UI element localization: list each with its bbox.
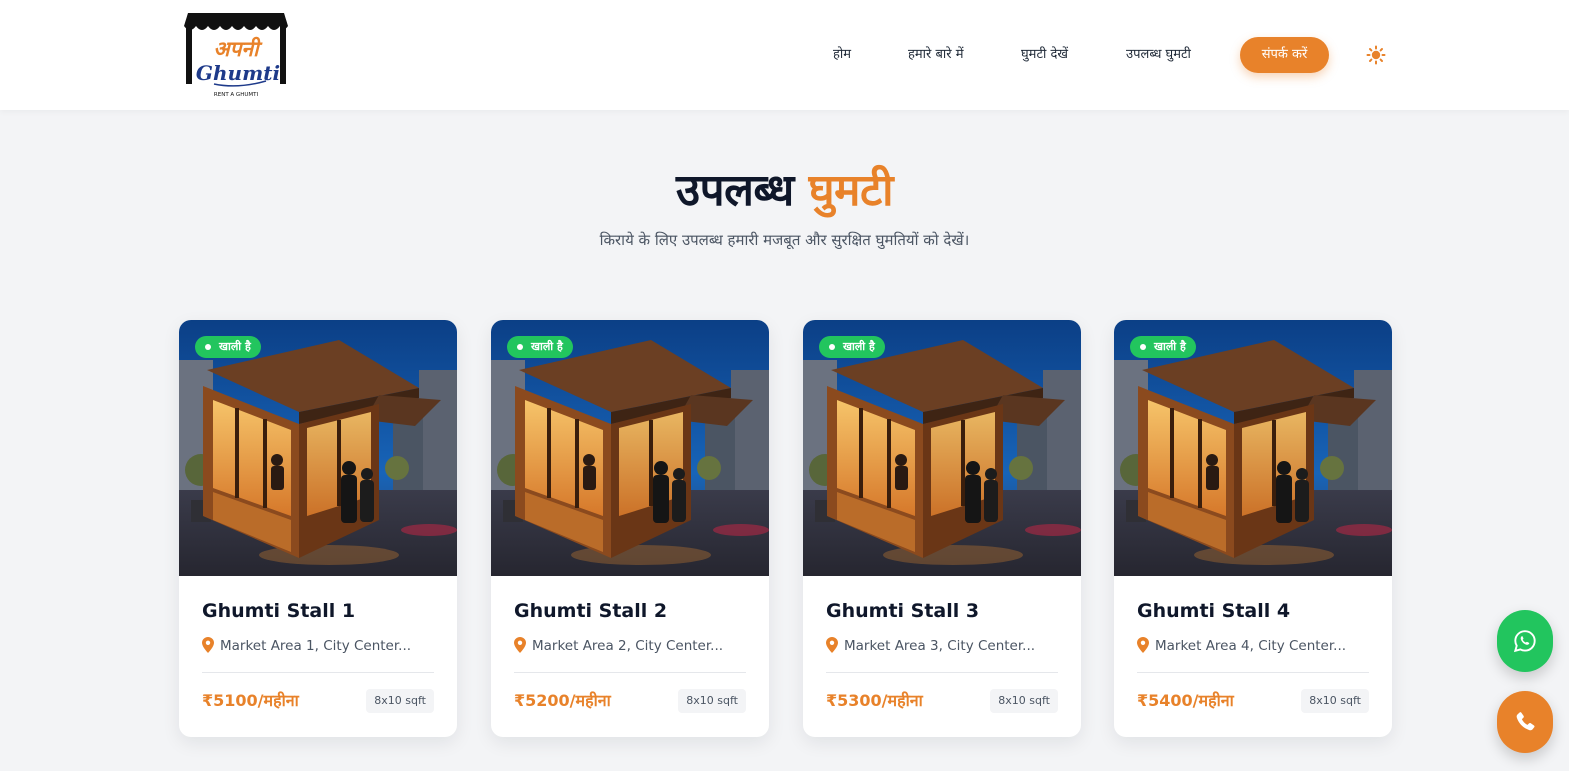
card-price: ₹5400/महीना bbox=[1137, 691, 1234, 710]
nav-available-ghumti[interactable]: उपलब्ध घुमटी bbox=[1126, 37, 1191, 73]
location-pin-icon bbox=[514, 637, 526, 653]
nav-about[interactable]: हमारे बारे में bbox=[908, 37, 964, 73]
whatsapp-button[interactable] bbox=[1497, 610, 1553, 672]
nav-view-ghumti[interactable]: घुमटी देखें bbox=[1021, 37, 1068, 73]
card-location-text: Market Area 3, City Center... bbox=[844, 638, 1036, 654]
card-divider bbox=[1137, 672, 1369, 673]
card-title[interactable]: Ghumti Stall 4 bbox=[1137, 600, 1290, 622]
card-size-badge: 8x10 sqft bbox=[366, 689, 434, 713]
status-badge-label: खाली है bbox=[531, 340, 563, 353]
stall-photo bbox=[491, 320, 769, 576]
card-location-text: Market Area 2, City Center... bbox=[532, 638, 724, 654]
card-location: Market Area 4, City Center... bbox=[1137, 636, 1346, 656]
nav-home[interactable]: होम bbox=[833, 37, 851, 73]
status-badge: खाली है bbox=[819, 336, 885, 358]
status-badge: खाली है bbox=[1130, 336, 1196, 358]
sun-icon[interactable] bbox=[1366, 45, 1386, 65]
status-badge: खाली है bbox=[507, 336, 573, 358]
section-title-part1: उपलब्ध bbox=[675, 165, 794, 216]
card-title[interactable]: Ghumti Stall 2 bbox=[514, 600, 667, 622]
card-location-text: Market Area 4, City Center... bbox=[1155, 638, 1347, 654]
card-size-badge: 8x10 sqft bbox=[1301, 689, 1369, 713]
status-badge-label: खाली है bbox=[1154, 340, 1186, 353]
status-badge: खाली है bbox=[195, 336, 261, 358]
stall-photo bbox=[1114, 320, 1392, 576]
stall-photo bbox=[803, 320, 1081, 576]
card-size-badge: 8x10 sqft bbox=[678, 689, 746, 713]
card-location: Market Area 1, City Center... bbox=[202, 636, 411, 656]
ghumti-card-4[interactable]: खाली है Ghumti Stall 4 Market Area 4, Ci… bbox=[1114, 320, 1392, 737]
card-price: ₹5100/महीना bbox=[202, 691, 299, 710]
card-title[interactable]: Ghumti Stall 1 bbox=[202, 600, 355, 622]
ghumti-card-1[interactable]: खाली है Ghumti Stall 1 Market Area 1, Ci… bbox=[179, 320, 457, 737]
ghumti-card-3[interactable]: खाली है Ghumti Stall 3 Market Area 3, Ci… bbox=[803, 320, 1081, 737]
location-pin-icon bbox=[202, 637, 214, 653]
card-location: Market Area 2, City Center... bbox=[514, 636, 723, 656]
main-nav: होम हमारे बारे में घुमटी देखें उपलब्ध घु… bbox=[0, 37, 1569, 73]
card-divider bbox=[514, 672, 746, 673]
status-dot bbox=[1140, 344, 1146, 350]
section-title-part2: घुमटी bbox=[808, 165, 894, 216]
location-pin-icon bbox=[1137, 637, 1149, 653]
location-pin-icon bbox=[826, 637, 838, 653]
whatsapp-icon bbox=[1513, 630, 1536, 653]
status-dot bbox=[517, 344, 523, 350]
stall-photo bbox=[179, 320, 457, 576]
status-badge-label: खाली है bbox=[843, 340, 875, 353]
card-location: Market Area 3, City Center... bbox=[826, 636, 1035, 656]
logo-tagline: RENT A GHUMTI bbox=[214, 92, 259, 98]
status-dot bbox=[829, 344, 835, 350]
status-dot bbox=[205, 344, 211, 350]
section-title: उपलब्ध घुमटी bbox=[0, 158, 1569, 224]
card-divider bbox=[826, 672, 1058, 673]
card-size-badge: 8x10 sqft bbox=[990, 689, 1058, 713]
card-location-text: Market Area 1, City Center... bbox=[220, 638, 412, 654]
phone-icon bbox=[1516, 712, 1535, 731]
ghumti-card-2[interactable]: खाली है Ghumti Stall 2 Market Area 2, Ci… bbox=[491, 320, 769, 737]
card-price: ₹5200/महीना bbox=[514, 691, 611, 710]
contact-button[interactable]: संपर्क करें bbox=[1240, 37, 1329, 73]
section-subtitle: किराये के लिए उपलब्ध हमारी मजबूत और सुरक… bbox=[599, 231, 970, 249]
card-title[interactable]: Ghumti Stall 3 bbox=[826, 600, 979, 622]
site-header: अपनी Ghumti RENT A GHUMTI होम हमारे बारे… bbox=[0, 0, 1569, 110]
card-price: ₹5300/महीना bbox=[826, 691, 923, 710]
card-divider bbox=[202, 672, 434, 673]
status-badge-label: खाली है bbox=[219, 340, 251, 353]
call-button[interactable] bbox=[1497, 691, 1553, 753]
